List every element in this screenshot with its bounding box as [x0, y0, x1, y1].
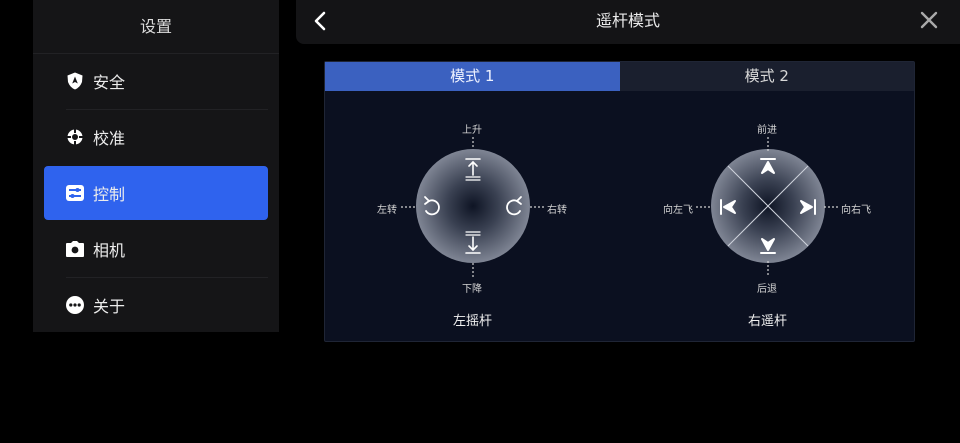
left-stick-name: 左摇杆	[452, 314, 492, 329]
sidebar-item-label: 关于	[93, 297, 126, 316]
left-left-label: 左转	[377, 205, 397, 216]
sidebar-item-label: 控制	[93, 185, 126, 204]
sidebar-title: 设置	[33, 0, 279, 54]
mode-tabs: 模式 1 模式 2	[325, 62, 914, 91]
settings-sidebar: 设置 安全 校准 控制 相机 关于	[33, 0, 279, 332]
right-stick-name: 右遥杆	[747, 314, 787, 329]
sidebar-item-camera[interactable]: 相机	[44, 222, 268, 276]
sidebar-item-calibrate[interactable]: 校准	[44, 110, 268, 164]
camera-icon	[66, 240, 84, 258]
shield-icon	[66, 72, 84, 90]
tab-mode-1[interactable]: 模式 1	[325, 62, 620, 91]
close-button[interactable]	[918, 9, 940, 31]
sidebar-item-security[interactable]: 安全	[44, 54, 268, 108]
left-stick-diagram: 上升 下降 左转 右转 左摇杆	[325, 91, 620, 342]
right-up-label: 前进	[757, 125, 777, 136]
calibrate-icon	[66, 128, 84, 146]
sidebar-item-label: 校准	[93, 129, 126, 148]
sliders-icon	[66, 184, 84, 202]
sidebar-item-label: 相机	[93, 241, 126, 260]
left-up-label: 上升	[462, 125, 482, 136]
right-left-label: 向左飞	[663, 205, 693, 216]
stick-mode-panel: 模式 1 模式 2 上升 下降 左转 右转 左摇杆 前进 后退 向左飞 向右飞 …	[324, 61, 915, 342]
page-header: 遥杆模式	[296, 0, 960, 44]
tab-mode-2[interactable]: 模式 2	[619, 62, 914, 91]
sidebar-item-about[interactable]: 关于	[44, 278, 268, 332]
right-stick-diagram: 前进 后退 向左飞 向右飞 右遥杆	[620, 91, 915, 342]
right-right-label: 向右飞	[841, 205, 871, 216]
sidebar-item-control[interactable]: 控制	[44, 166, 268, 220]
sidebar-item-label: 安全	[93, 73, 126, 92]
right-down-label: 后退	[757, 284, 777, 295]
close-icon	[920, 11, 938, 29]
page-title: 遥杆模式	[595, 11, 660, 30]
left-down-label: 下降	[462, 284, 482, 295]
left-right-label: 右转	[547, 205, 567, 216]
more-icon	[66, 296, 84, 314]
